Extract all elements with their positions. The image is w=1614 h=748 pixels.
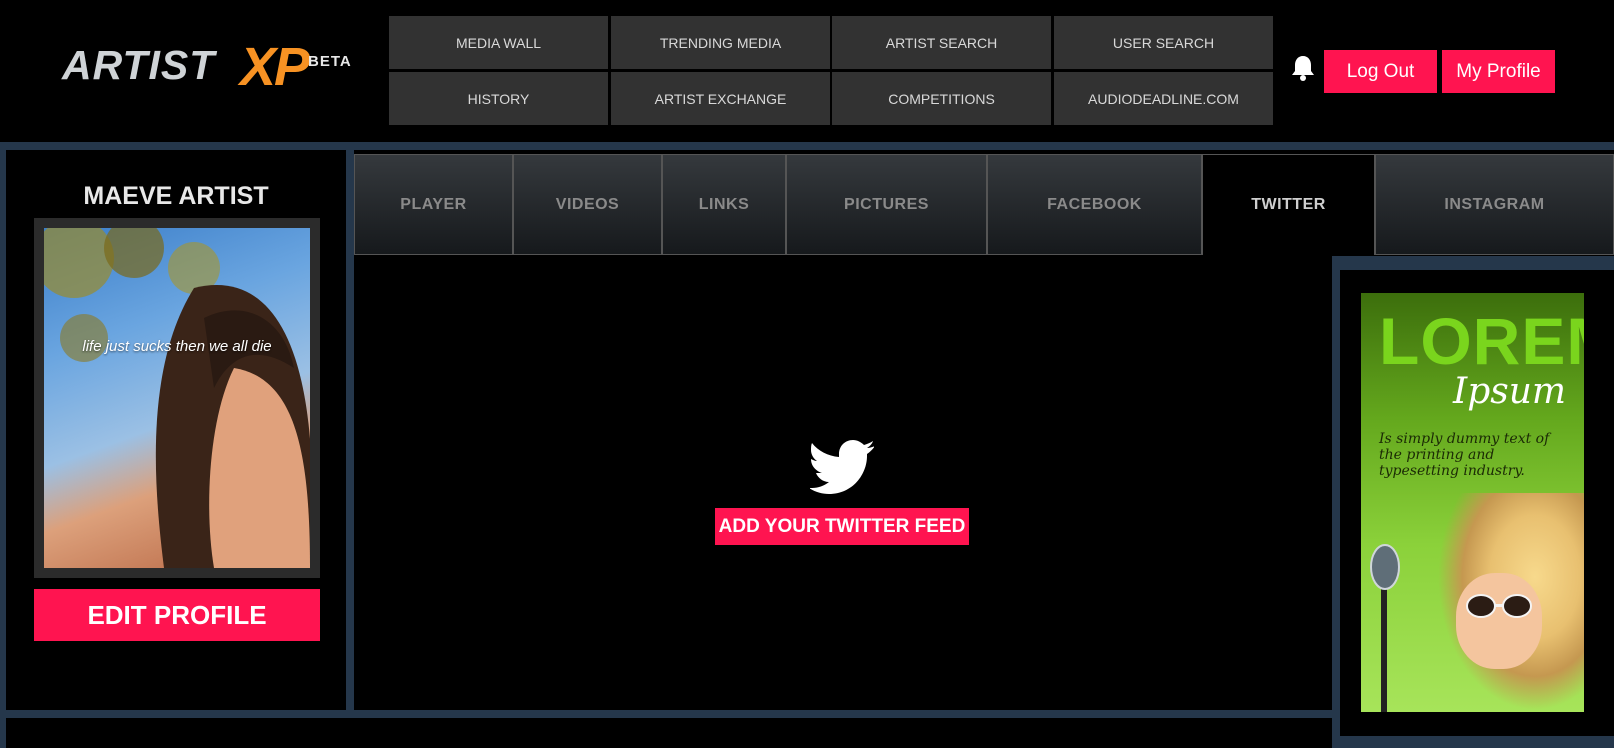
nav-history[interactable]: HISTORY: [389, 72, 608, 125]
ad-sunglasses: [1466, 594, 1532, 618]
sidebar-divider: [346, 150, 354, 710]
logout-button[interactable]: Log Out: [1324, 50, 1437, 93]
twitter-bird-icon: [810, 440, 874, 494]
nav-media-wall[interactable]: MEDIA WALL: [389, 16, 608, 69]
tab-twitter[interactable]: TWITTER: [1202, 154, 1375, 255]
bottom-divider: [0, 710, 1340, 718]
tab-pictures[interactable]: PICTURES: [786, 154, 987, 255]
advertisement-banner[interactable]: LOREM Ipsum Is simply dummy text of the …: [1361, 293, 1584, 712]
nav-artist-search[interactable]: ARTIST SEARCH: [832, 16, 1051, 69]
ad-panel-border-bottom: [1332, 736, 1614, 748]
edit-profile-button[interactable]: EDIT PROFILE: [34, 589, 320, 641]
ad-subhead: Ipsum: [1453, 371, 1567, 412]
ad-panel-border-top: [1340, 256, 1614, 270]
ad-body-text: Is simply dummy text of the printing and…: [1379, 431, 1550, 479]
tab-instagram[interactable]: INSTAGRAM: [1375, 154, 1614, 255]
tab-videos[interactable]: VIDEOS: [513, 154, 662, 255]
tab-player[interactable]: PLAYER: [354, 154, 513, 255]
nav-competitions[interactable]: COMPETITIONS: [832, 72, 1051, 125]
artist-name: MAEVE ARTIST: [83, 182, 269, 210]
ad-panel-border-left: [1332, 256, 1340, 736]
media-tabs: PLAYER VIDEOS LINKS PICTURES FACEBOOK TW…: [354, 154, 1614, 255]
nav-user-search[interactable]: USER SEARCH: [1054, 16, 1273, 69]
ad-microphone-icon: [1370, 544, 1400, 712]
left-border: [0, 150, 6, 710]
my-profile-button[interactable]: My Profile: [1442, 50, 1555, 93]
ad-headline: LOREM: [1379, 304, 1584, 378]
logo-beta-badge: BETA: [308, 53, 352, 70]
nav-trending-media[interactable]: TRENDING MEDIA: [611, 16, 830, 69]
add-twitter-feed-button[interactable]: ADD YOUR TWITTER FEED: [715, 508, 969, 545]
tab-links[interactable]: LINKS: [662, 154, 786, 255]
profile-photo: life just sucks then we all die: [44, 228, 310, 568]
logo-xp: XP: [240, 37, 310, 97]
photo-caption: life just sucks then we all die: [82, 338, 272, 355]
nav-audiodeadline[interactable]: AUDIODEADLINE.COM: [1054, 72, 1273, 125]
header: ARTIST XP BETA MEDIA WALL TRENDING MEDIA…: [0, 0, 1614, 146]
ad-face: [1456, 573, 1542, 669]
header-divider: [0, 142, 1614, 150]
bottom-left-border: [0, 718, 6, 748]
main-nav: MEDIA WALL TRENDING MEDIA ARTIST SEARCH …: [389, 16, 1275, 128]
tab-facebook[interactable]: FACEBOOK: [987, 154, 1202, 255]
logo-wordmark: ARTIST: [62, 42, 216, 88]
bell-icon[interactable]: [1290, 54, 1316, 82]
nav-artist-exchange[interactable]: ARTIST EXCHANGE: [611, 72, 830, 125]
artistxp-logo[interactable]: ARTIST XP BETA: [62, 36, 362, 106]
profile-photo-art: [44, 228, 310, 568]
profile-photo-frame: life just sucks then we all die: [34, 218, 320, 578]
